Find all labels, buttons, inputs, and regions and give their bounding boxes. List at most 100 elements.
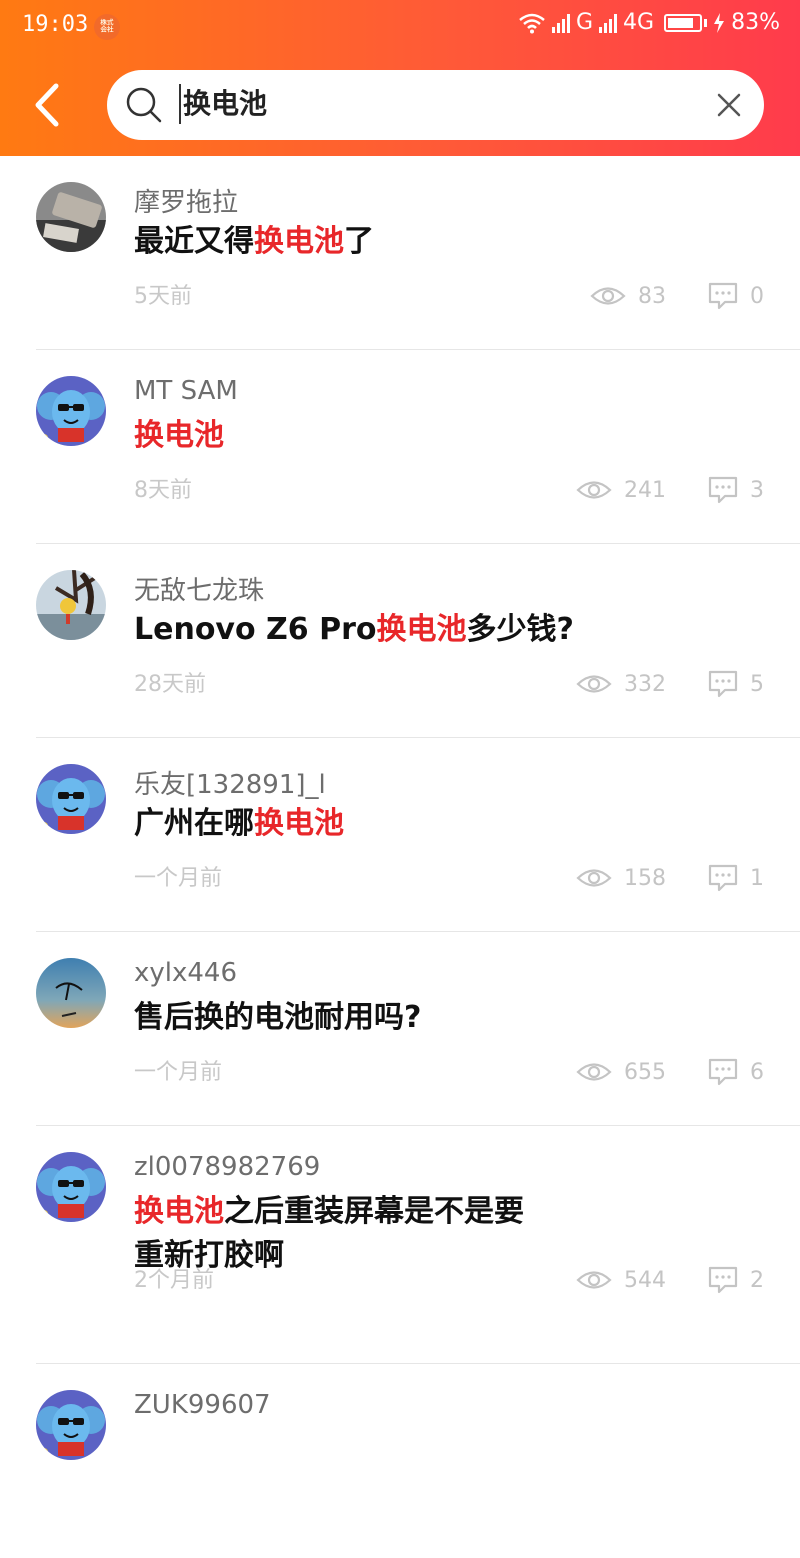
- post-title: 售后换的电池耐用吗?: [134, 996, 654, 1040]
- title-highlight: 换电池: [376, 612, 467, 647]
- search-query[interactable]: 换电池: [179, 84, 267, 124]
- comments-count: 1: [750, 865, 764, 891]
- views-count: 158: [624, 865, 666, 891]
- back-button[interactable]: [28, 82, 68, 128]
- title-text: 最近又得: [134, 224, 254, 259]
- chevron-left-icon: [35, 83, 59, 127]
- post-title: Lenovo Z6 Pro换电池多少钱?: [134, 608, 654, 652]
- views-icon: [576, 1271, 612, 1289]
- views-icon: [576, 1063, 612, 1081]
- comments-stat[interactable]: 0: [708, 282, 764, 310]
- post-stats: 83 0: [590, 282, 764, 310]
- avatar[interactable]: [36, 958, 106, 1028]
- comments-icon: [708, 864, 738, 892]
- title-text-end: 多少钱?: [466, 612, 574, 647]
- avatar[interactable]: [36, 1152, 106, 1222]
- title-highlight: 换电池: [134, 1194, 224, 1229]
- views-icon: [576, 481, 612, 499]
- post-time: 一个月前: [134, 866, 223, 891]
- post-title: 换电池: [134, 414, 654, 458]
- network-label-1: G: [575, 10, 594, 35]
- views-stat: 544: [576, 1268, 666, 1293]
- post-author: 摩罗拖拉: [134, 188, 239, 218]
- post-item[interactable]: 乐友[132891]_l 广州在哪换电池 一个月前 158 1: [0, 738, 800, 932]
- post-author: 乐友[132891]_l: [134, 770, 326, 800]
- title-highlight: 换电池: [134, 418, 224, 453]
- views-count: 544: [624, 1267, 666, 1293]
- post-item[interactable]: 无敌七龙珠 Lenovo Z6 Pro换电池多少钱? 28天前 332 5: [0, 544, 800, 738]
- notification-icon: ㍿: [94, 14, 120, 40]
- title-text-end: 了: [344, 224, 374, 259]
- post-author: MT SAM: [134, 376, 238, 406]
- status-indicators: G 4G 83%: [518, 10, 780, 35]
- comments-icon: [708, 282, 738, 310]
- views-stat: 158: [576, 866, 666, 891]
- avatar[interactable]: [36, 570, 106, 640]
- avatar[interactable]: [36, 182, 106, 252]
- comments-icon: [708, 1266, 738, 1294]
- comments-icon: [708, 670, 738, 698]
- comments-stat[interactable]: 3: [708, 476, 764, 504]
- views-stat: 241: [576, 478, 666, 503]
- views-icon: [576, 869, 612, 887]
- post-item[interactable]: xylx446 售后换的电池耐用吗? 一个月前 655 6: [0, 932, 800, 1126]
- post-item[interactable]: ZUK99607: [0, 1364, 800, 1558]
- post-title: 广州在哪换电池: [134, 802, 654, 846]
- views-count: 241: [624, 477, 666, 503]
- post-time: 5天前: [134, 284, 192, 309]
- comments-count: 3: [750, 477, 764, 503]
- battery-cap: [704, 18, 708, 27]
- post-time: 一个月前: [134, 1060, 223, 1085]
- post-item[interactable]: 摩罗拖拉 最近又得换电池了 5天前 83 0: [0, 156, 800, 350]
- signal-icon-2: [599, 13, 618, 33]
- post-time: 8天前: [134, 478, 192, 503]
- comments-count: 0: [750, 283, 764, 309]
- comments-stat[interactable]: 5: [708, 670, 764, 698]
- post-stats: 241 3: [576, 476, 764, 504]
- post-author: zl0078982769: [134, 1152, 321, 1182]
- views-count: 332: [624, 671, 666, 697]
- signal-icon: [551, 13, 570, 33]
- post-item[interactable]: MT SAM 换电池 8天前 241 3: [0, 350, 800, 544]
- title-text: Lenovo Z6 Pro: [134, 612, 377, 647]
- comments-icon: [708, 476, 738, 504]
- wifi-icon: [519, 13, 545, 33]
- close-icon[interactable]: [716, 92, 742, 118]
- post-author: xylx446: [134, 958, 238, 988]
- post-time: 2个月前: [134, 1268, 214, 1293]
- views-stat: 332: [576, 672, 666, 697]
- status-bar: 19:03 ㍿ G 4G 83%: [0, 0, 800, 52]
- avatar[interactable]: [36, 1390, 106, 1460]
- views-stat: 83: [590, 284, 666, 309]
- title-text-end: 之后重装屏幕是不是要: [224, 1194, 524, 1229]
- post-stats: 158 1: [576, 864, 764, 892]
- post-author: ZUK99607: [134, 1390, 271, 1420]
- title-highlight: 换电池: [254, 806, 344, 841]
- status-time: 19:03: [22, 12, 89, 37]
- comments-count: 2: [750, 1267, 764, 1293]
- header-bar: 19:03 ㍿ G 4G 83% 换电池: [0, 0, 800, 156]
- views-count: 83: [638, 283, 666, 309]
- title-text: 广州在哪: [134, 806, 254, 841]
- battery-percent: 83%: [731, 10, 780, 35]
- post-time: 28天前: [134, 672, 206, 697]
- battery-icon: [664, 13, 703, 32]
- avatar[interactable]: [36, 376, 106, 446]
- post-item[interactable]: zl0078982769 换电池之后重装屏幕是不是要 重新打胶啊 2个月前 544 2: [0, 1126, 800, 1364]
- post-stats: 332 5: [576, 670, 764, 698]
- title-text: 售后换的电池耐用吗?: [134, 1000, 422, 1035]
- charging-icon: [714, 12, 725, 33]
- views-icon: [576, 675, 612, 693]
- comments-icon: [708, 1058, 738, 1086]
- comments-stat[interactable]: 2: [708, 1266, 764, 1294]
- post-title: 最近又得换电池了: [134, 220, 654, 264]
- search-input[interactable]: 换电池: [107, 70, 764, 140]
- views-count: 655: [624, 1059, 666, 1085]
- comments-stat[interactable]: 6: [708, 1058, 764, 1086]
- title-highlight: 换电池: [254, 224, 344, 259]
- post-author: 无敌七龙珠: [134, 576, 265, 606]
- views-icon: [590, 287, 626, 305]
- comments-count: 5: [750, 671, 764, 697]
- comments-stat[interactable]: 1: [708, 864, 764, 892]
- avatar[interactable]: [36, 764, 106, 834]
